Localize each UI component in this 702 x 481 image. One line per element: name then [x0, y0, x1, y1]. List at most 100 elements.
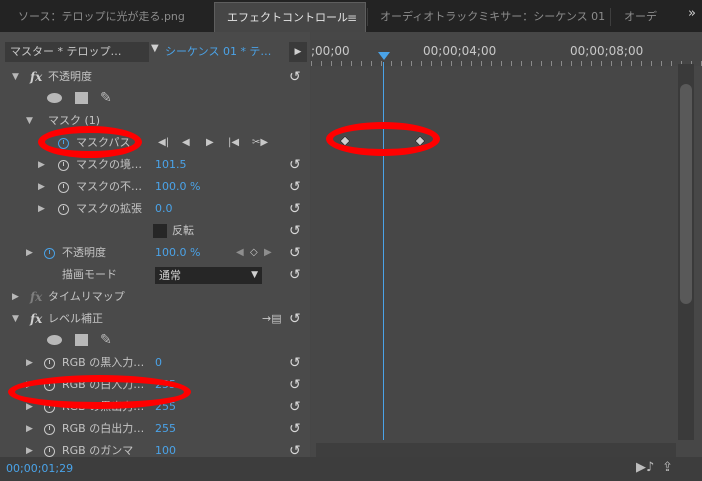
sequence-clip-selector[interactable]: シーケンス 01 * テ…: [165, 42, 287, 62]
export-icon[interactable]: ⇪: [662, 460, 673, 475]
effect-levels[interactable]: ▼ fx レベル補正 →▤ ↺: [0, 308, 310, 330]
reset-icon[interactable]: ↺: [289, 66, 301, 88]
mask-group[interactable]: ▼ マスク (1): [0, 110, 310, 132]
toggle-timeline-button[interactable]: ▶: [289, 42, 307, 62]
tab-effect-controls[interactable]: エフェクトコントロール ≡: [214, 2, 366, 32]
ellipse-mask-icon[interactable]: [47, 335, 62, 345]
reset-icon[interactable]: ↺: [289, 374, 301, 396]
twirl-down-icon[interactable]: ▼: [12, 66, 19, 88]
levels-property-row[interactable]: ▶ RGB のガンマ 100 ↺: [0, 440, 310, 457]
track-forward-one-frame-icon[interactable]: ▶: [206, 132, 214, 154]
stopwatch-icon[interactable]: [58, 138, 69, 149]
fx-icon[interactable]: fx: [30, 286, 42, 308]
effect-opacity[interactable]: ▼ fx 不透明度 ↺: [0, 66, 310, 88]
twirl-right-icon[interactable]: ▶: [38, 198, 45, 220]
opacity-property-row[interactable]: ▶ 不透明度 100.0 % ◀ ◇ ▶ ↺: [0, 242, 310, 264]
master-clip-selector[interactable]: マスター * テロップ…: [5, 42, 149, 62]
track-selected-backward-icon[interactable]: ◀|: [158, 132, 169, 154]
reset-icon[interactable]: ↺: [289, 220, 301, 242]
playhead-line[interactable]: [383, 62, 384, 440]
mask-expansion-row[interactable]: ▶ マスクの拡張 0.0 ↺: [0, 198, 310, 220]
reset-icon[interactable]: ↺: [289, 242, 301, 264]
twirl-right-icon[interactable]: ▶: [26, 440, 33, 457]
tab-audio-clip[interactable]: オーデ: [612, 2, 664, 32]
tab-overflow-icon[interactable]: »: [688, 6, 696, 21]
property-value[interactable]: 100.0 %: [155, 242, 200, 264]
twirl-down-icon[interactable]: ▼: [12, 308, 19, 330]
twirl-right-icon[interactable]: ▶: [12, 286, 19, 308]
levels-property-row[interactable]: ▶ RGB の白出力… 255 ↺: [0, 418, 310, 440]
current-timecode[interactable]: 00;00;01;29: [6, 462, 73, 475]
reset-icon[interactable]: ↺: [289, 308, 301, 330]
track-selected-forward-icon[interactable]: |◀: [228, 132, 239, 154]
twirl-right-icon[interactable]: ▶: [26, 352, 33, 374]
stopwatch-icon[interactable]: [44, 380, 55, 391]
track-backward-one-frame-icon[interactable]: ◀: [182, 132, 190, 154]
twirl-right-icon[interactable]: ▶: [26, 418, 33, 440]
add-keyframe-icon[interactable]: ◇: [250, 242, 258, 264]
play-audio-icon[interactable]: ▶♪: [636, 460, 654, 475]
previous-keyframe-icon[interactable]: ◀: [236, 242, 244, 264]
twirl-right-icon[interactable]: ▶: [26, 374, 33, 396]
property-value[interactable]: 255: [155, 374, 176, 396]
reset-icon[interactable]: ↺: [289, 176, 301, 198]
rectangle-mask-icon[interactable]: [75, 334, 88, 346]
reset-icon[interactable]: ↺: [289, 440, 301, 457]
effect-time-remap[interactable]: ▶ fx タイムリマップ: [0, 286, 310, 308]
twirl-down-icon[interactable]: ▼: [26, 110, 33, 132]
levels-property-row[interactable]: ▶ RGB の黒入力… 0 ↺: [0, 352, 310, 374]
fx-icon[interactable]: fx: [30, 308, 42, 330]
property-value[interactable]: 100: [155, 440, 176, 457]
twirl-right-icon[interactable]: ▶: [38, 176, 45, 198]
stopwatch-icon[interactable]: [44, 424, 55, 435]
property-value[interactable]: 100.0 %: [155, 176, 200, 198]
tab-source[interactable]: ソース：テロップに光が走る.png: [6, 2, 212, 32]
blend-mode-dropdown[interactable]: 通常 ▼: [155, 267, 262, 284]
stopwatch-icon[interactable]: [44, 402, 55, 413]
horizontal-scrollbar[interactable]: [316, 443, 676, 457]
pen-mask-icon[interactable]: ✎: [100, 332, 112, 348]
property-value[interactable]: 101.5: [155, 154, 187, 176]
time-ruler[interactable]: ;00;00 00;00;04;00 00;00;08;00: [311, 40, 702, 66]
stopwatch-icon[interactable]: [58, 204, 69, 215]
reset-icon[interactable]: ↺: [289, 418, 301, 440]
next-keyframe-icon[interactable]: ▶: [264, 242, 272, 264]
stopwatch-icon[interactable]: [58, 160, 69, 171]
mask-invert-row[interactable]: 反転 ↺: [0, 220, 310, 242]
vertical-scrollbar[interactable]: [678, 64, 694, 440]
reset-icon[interactable]: ↺: [289, 352, 301, 374]
twirl-right-icon[interactable]: ▶: [38, 154, 45, 176]
mask-opacity-row[interactable]: ▶ マスクの不… 100.0 % ↺: [0, 176, 310, 198]
reset-icon[interactable]: ↺: [289, 396, 301, 418]
property-value[interactable]: 255: [155, 418, 176, 440]
property-value[interactable]: 0.0: [155, 198, 173, 220]
invert-checkbox[interactable]: [153, 224, 167, 238]
stopwatch-icon[interactable]: [58, 182, 69, 193]
panel-menu-icon[interactable]: ≡: [347, 3, 357, 32]
stopwatch-icon[interactable]: [44, 248, 55, 259]
fx-icon[interactable]: fx: [30, 66, 42, 88]
keyframe-timeline[interactable]: ;00;00 00;00;04;00 00;00;08;00: [311, 32, 702, 457]
setup-dialog-icon[interactable]: →▤: [262, 308, 282, 330]
stopwatch-icon[interactable]: [44, 446, 55, 457]
levels-property-row[interactable]: ▶ RGB の黒出力… 255 ↺: [0, 396, 310, 418]
tab-audio-track-mixer[interactable]: オーディオトラックミキサー：シーケンス 01: [368, 2, 608, 32]
reset-icon[interactable]: ↺: [289, 198, 301, 220]
property-value[interactable]: 255: [155, 396, 176, 418]
mask-tracking-icon[interactable]: ✂▶: [252, 132, 268, 154]
mask-path-row[interactable]: マスクパス ◀| ◀ ▶ |◀ ✂▶: [0, 132, 310, 154]
property-value[interactable]: 0: [155, 352, 162, 374]
stopwatch-icon[interactable]: [44, 358, 55, 369]
scrollbar-thumb[interactable]: [680, 84, 692, 304]
twirl-right-icon[interactable]: ▶: [26, 242, 33, 264]
rectangle-mask-icon[interactable]: [75, 92, 88, 104]
pen-mask-icon[interactable]: ✎: [100, 90, 112, 106]
levels-property-row[interactable]: ▶ RGB の白入力… 255 ↺: [0, 374, 310, 396]
reset-icon[interactable]: ↺: [289, 264, 301, 286]
playhead-handle[interactable]: [378, 52, 390, 60]
mask-feather-row[interactable]: ▶ マスクの境… 101.5 ↺: [0, 154, 310, 176]
reset-icon[interactable]: ↺: [289, 154, 301, 176]
chevron-down-icon[interactable]: ▼: [151, 43, 159, 54]
ellipse-mask-icon[interactable]: [47, 93, 62, 103]
twirl-right-icon[interactable]: ▶: [26, 396, 33, 418]
